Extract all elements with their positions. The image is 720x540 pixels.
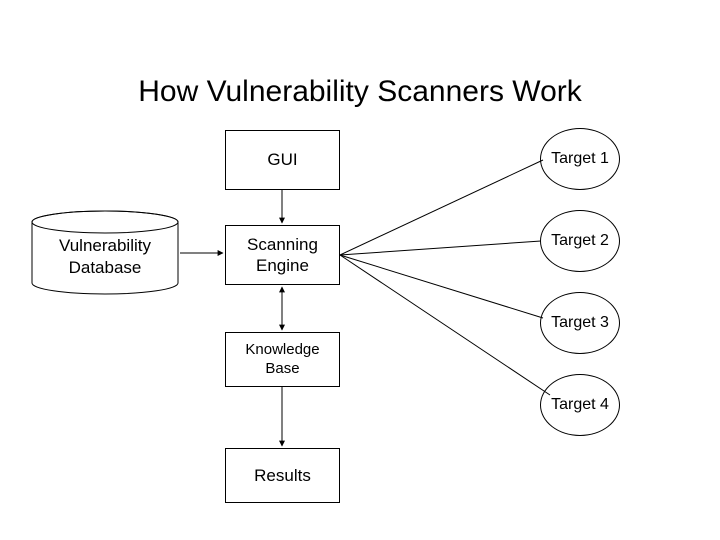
node-target-3-label: Target 3 xyxy=(551,314,609,332)
diagram-title: How Vulnerability Scanners Work xyxy=(0,75,720,109)
node-target-4-label: Target 4 xyxy=(551,396,609,414)
node-scanning-engine-label: Scanning Engine xyxy=(247,234,318,277)
node-target-1: Target 1 xyxy=(540,128,620,190)
node-knowledge-base-label: Knowledge Base xyxy=(245,341,319,379)
node-knowledge-base: Knowledge Base xyxy=(225,332,340,387)
node-target-4: Target 4 xyxy=(540,374,620,436)
node-results-label: Results xyxy=(254,466,311,486)
node-gui: GUI xyxy=(225,130,340,190)
node-target-3: Target 3 xyxy=(540,292,620,354)
node-vulnerability-database: Vulnerability Database xyxy=(30,210,180,295)
node-gui-label: GUI xyxy=(267,150,297,170)
node-scanning-engine: Scanning Engine xyxy=(225,225,340,285)
node-results: Results xyxy=(225,448,340,503)
node-target-2: Target 2 xyxy=(540,210,620,272)
node-target-2-label: Target 2 xyxy=(551,232,609,250)
node-target-1-label: Target 1 xyxy=(551,150,609,168)
node-vulnerability-database-label: Vulnerability Database xyxy=(59,235,151,278)
